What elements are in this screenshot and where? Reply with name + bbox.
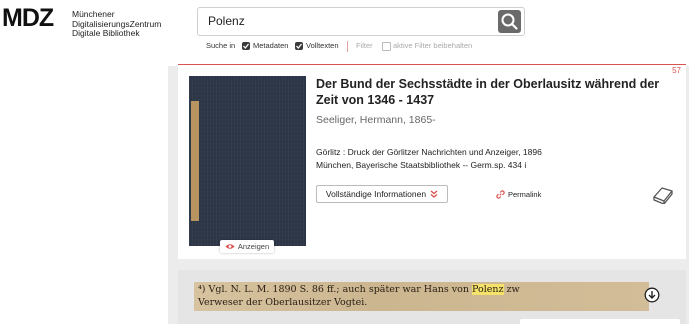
cover-spine	[191, 101, 199, 221]
fulltext-checkbox[interactable]	[295, 42, 303, 50]
show-label: Anzeigen	[237, 242, 270, 251]
next-result-card-edge	[520, 319, 680, 324]
holding-line: München, Bayerische Staatsbibliothek -- …	[316, 159, 527, 170]
logo-line: Digitale Bibliothek	[72, 28, 140, 38]
permalink-label: Permalink	[508, 190, 542, 199]
hit-number: 57	[672, 66, 681, 75]
result-card: 57 Anzeigen Der Bund der Sechsstädte in …	[178, 66, 686, 259]
logo-mark[interactable]: MDZ	[2, 6, 54, 31]
fulltext-snippet-image[interactable]: ⁴) Vgl. N. L. M. 1890 S. 86 ff.; auch sp…	[194, 282, 649, 311]
link-icon	[496, 190, 505, 199]
publisher-line: Görlitz : Druck der Görlitzer Nachrichte…	[316, 147, 542, 157]
fulltext-snippet-card: ⁴) Vgl. N. L. M. 1890 S. 86 ff.; auch sp…	[178, 270, 686, 324]
keep-filter-label[interactable]: aktive Filter beibehalten	[393, 41, 472, 50]
search-value[interactable]: Polenz	[208, 14, 245, 28]
snippet-line-2: Verweser der Oberlausitzer Vogtei.	[198, 297, 368, 308]
result-author: Seeliger, Hermann, 1865-	[316, 114, 436, 126]
fulltext-label[interactable]: Volltexten	[306, 41, 339, 50]
show-button[interactable]: Anzeigen	[220, 240, 274, 253]
logo-subtitle: Münchener DigitalisierungsZentrum Digita…	[72, 9, 161, 39]
cover-texture	[189, 76, 306, 246]
snippet-line-1: ⁴) Vgl. N. L. M. 1890 S. 86 ff.; auch sp…	[198, 283, 645, 296]
search-input[interactable]: Polenz	[197, 7, 525, 36]
eye-icon	[225, 244, 235, 249]
search-button[interactable]	[498, 10, 521, 33]
result-divider	[178, 64, 686, 65]
book-thumbnail[interactable]	[189, 76, 306, 246]
search-icon	[501, 13, 518, 30]
chevron-down-icon	[430, 190, 438, 198]
book-icon[interactable]	[652, 184, 674, 204]
search-in-label: Suche in	[206, 41, 236, 50]
full-info-button[interactable]: Vollständige Informationen	[316, 185, 448, 203]
download-icon[interactable]	[644, 287, 660, 303]
left-margin	[0, 66, 168, 324]
keep-filter-checkbox[interactable]	[382, 42, 391, 51]
full-info-label: Vollständige Informationen	[325, 189, 427, 199]
separator	[347, 41, 348, 52]
snippet-text: ⁴) Vgl. N. L. M. 1890 S. 86 ff.; auch sp…	[198, 284, 472, 295]
result-publication: Görlitz : Druck der Görlitzer Nachrichte…	[316, 146, 542, 171]
filter-label[interactable]: Filter	[356, 41, 373, 50]
header: MDZ Münchener DigitalisierungsZentrum Di…	[0, 0, 689, 66]
permalink-link[interactable]: Permalink	[496, 190, 541, 199]
metadata-checkbox[interactable]	[242, 42, 250, 50]
snippet-text: zw	[503, 284, 520, 295]
result-title[interactable]: Der Bund der Sechsstädte in der Oberlaus…	[316, 76, 676, 108]
search-hit-highlight: Polenz	[471, 284, 504, 295]
metadata-label[interactable]: Metadaten	[253, 41, 288, 50]
